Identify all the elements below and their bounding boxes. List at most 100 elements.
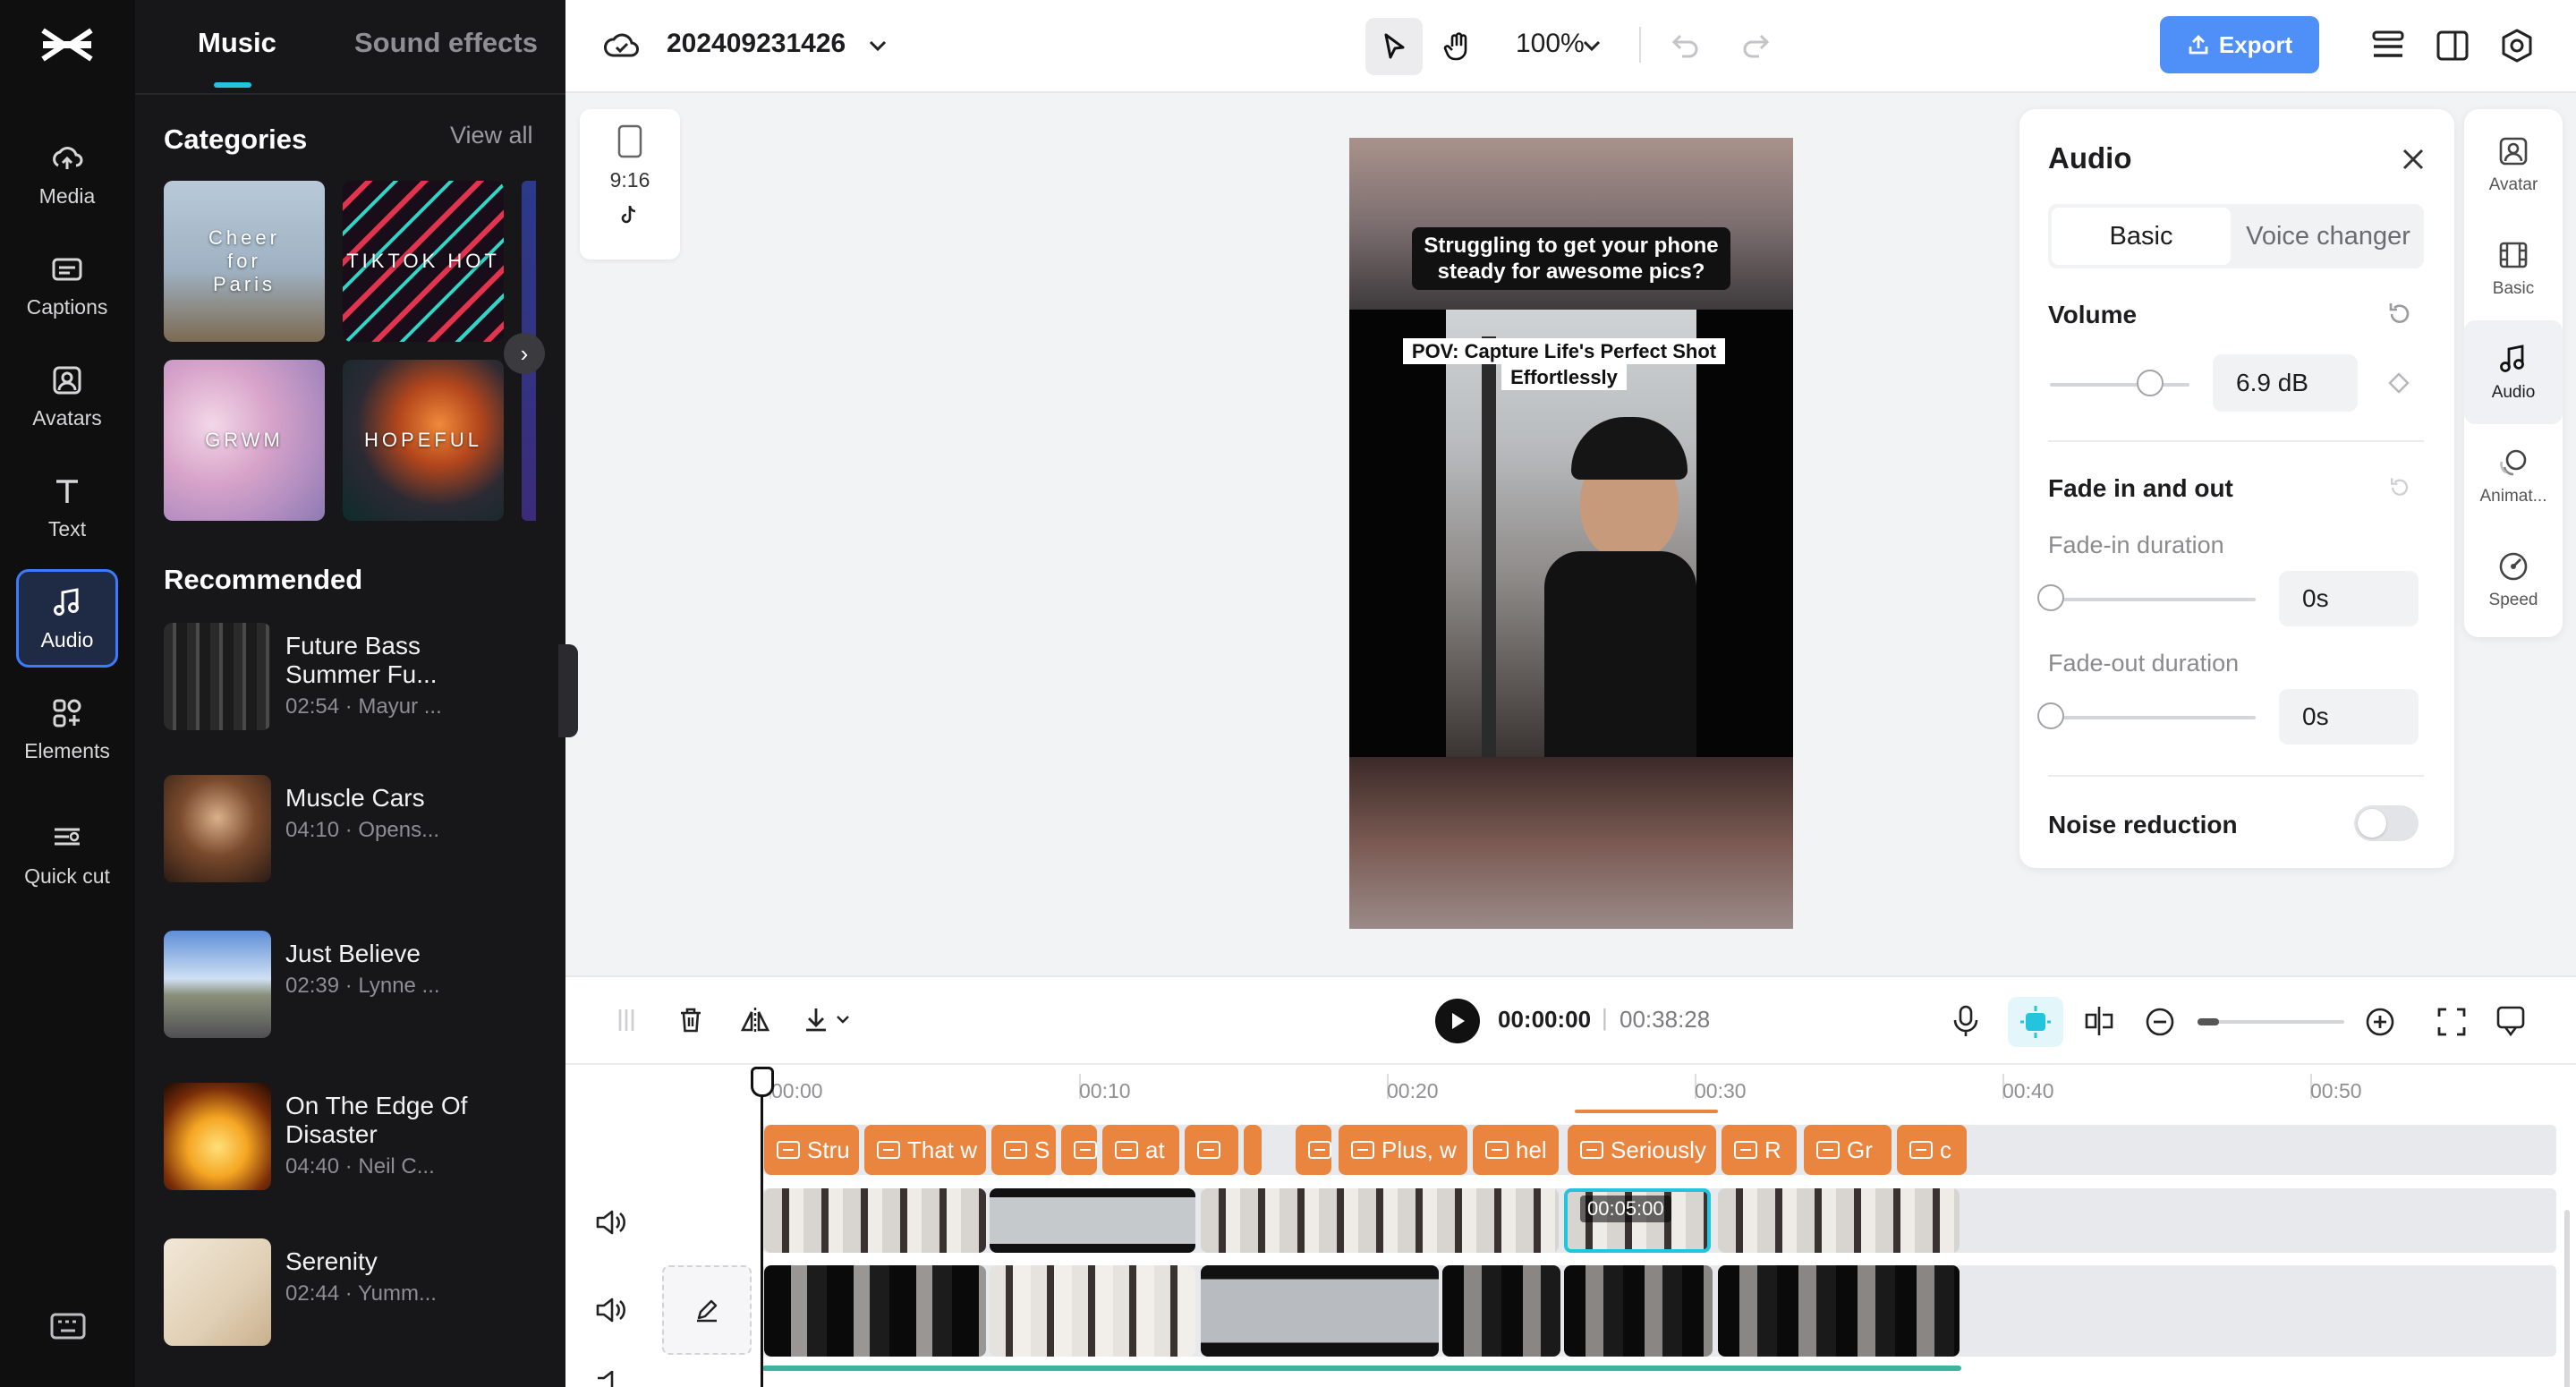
fade-out-slider-knob[interactable] [2037, 702, 2064, 729]
chevron-down-icon[interactable] [866, 34, 889, 57]
caption-clip[interactable]: c [1897, 1125, 1967, 1175]
caption-clip[interactable] [1296, 1125, 1331, 1175]
playhead-handle[interactable] [751, 1067, 774, 1097]
cloud-sync-icon[interactable] [603, 29, 641, 63]
video-clip[interactable] [1201, 1188, 1559, 1253]
keyboard-icon[interactable] [50, 1312, 86, 1340]
caption-top[interactable]: Struggling to get your phone steady for … [1412, 227, 1730, 290]
rail-item-media[interactable]: Media [16, 125, 118, 224]
capcut-logo-icon[interactable] [38, 25, 97, 64]
caption-clip[interactable]: at [1102, 1125, 1179, 1175]
panel-collapse-handle[interactable] [558, 644, 578, 737]
play-button[interactable] [1435, 999, 1480, 1043]
caption-clip[interactable]: R [1722, 1125, 1797, 1175]
category-tile[interactable]: HOPEFUL [343, 360, 504, 521]
rail-item-quick-cut[interactable]: Quick cut [16, 796, 118, 913]
export-button[interactable]: Export [2160, 16, 2319, 73]
track-item[interactable]: On The Edge Of Disaster 04:40 · Neil C..… [164, 1083, 557, 1192]
view-all-link[interactable]: View all [450, 122, 533, 149]
project-name[interactable]: 202409231426 [667, 29, 846, 59]
audio-track-strip[interactable] [762, 1366, 1961, 1371]
caption-mid[interactable]: POV: Capture Life's Perfect Shot Effortl… [1394, 338, 1734, 390]
caption-clip[interactable]: That w [864, 1125, 986, 1175]
chevron-down-icon[interactable] [1580, 34, 1603, 57]
rail-item-captions[interactable]: Captions [16, 236, 118, 335]
fade-out-value-field[interactable]: 0s [2279, 689, 2419, 745]
caption-clip[interactable]: Stru [764, 1125, 859, 1175]
track-item[interactable]: Future Bass Summer Fu... 02:54 · Mayur .… [164, 623, 557, 732]
track-item[interactable]: Just Believe 02:39 · Lynne ... [164, 931, 557, 1040]
layers-icon[interactable] [2369, 27, 2407, 64]
zoom-out-icon[interactable] [2144, 1006, 2176, 1038]
caption-clip[interactable]: S [991, 1125, 1056, 1175]
mirror-button[interactable] [732, 997, 778, 1043]
noise-reduction-toggle[interactable] [2354, 805, 2419, 841]
rr-item-audio[interactable]: Audio [2464, 320, 2563, 424]
category-tile[interactable]: GRWM [164, 360, 325, 521]
caption-clip[interactable]: Gr [1804, 1125, 1892, 1175]
hand-tool-button[interactable] [1430, 18, 1487, 75]
snap-toggle-button[interactable] [2008, 997, 2063, 1047]
zoom-level[interactable]: 100% [1516, 29, 1585, 59]
cover-edit-button[interactable] [662, 1265, 752, 1355]
reset-icon[interactable] [2385, 299, 2415, 329]
caption-clip[interactable]: Plus, w [1339, 1125, 1467, 1175]
caption-clip[interactable] [1244, 1125, 1262, 1175]
fade-out-slider-track[interactable] [2050, 716, 2256, 719]
rail-item-audio[interactable]: Audio [16, 569, 118, 668]
tab-sound-effects[interactable]: Sound effects [354, 27, 538, 59]
playhead-line[interactable] [761, 1083, 763, 1387]
comment-icon[interactable] [2495, 1004, 2527, 1038]
video-clip[interactable] [1201, 1265, 1439, 1357]
split-audio-icon[interactable] [2081, 1004, 2117, 1038]
close-icon[interactable] [2395, 141, 2431, 177]
select-tool-button[interactable] [1365, 18, 1423, 75]
aspect-ratio-card[interactable]: 9:16 [580, 109, 680, 260]
volume-slider-knob[interactable] [2137, 370, 2164, 396]
caption-clip[interactable] [1185, 1125, 1238, 1175]
rr-item-avatar[interactable]: Avatar [2464, 113, 2563, 217]
video-clip[interactable] [1718, 1265, 1960, 1357]
fade-in-value-field[interactable]: 0s [2279, 571, 2419, 626]
rail-item-text[interactable]: Text [16, 458, 118, 557]
segment-basic[interactable]: Basic [2052, 208, 2231, 265]
segment-voice-changer[interactable]: Voice changer [2236, 208, 2420, 265]
volume-value-field[interactable]: 6.9 dB [2213, 354, 2358, 412]
microphone-icon[interactable] [1951, 1004, 1981, 1038]
speaker-icon[interactable] [592, 1371, 628, 1387]
caption-clip[interactable] [1061, 1125, 1097, 1175]
video-clip[interactable] [1718, 1188, 1960, 1253]
video-clip[interactable] [1564, 1265, 1713, 1357]
caption-clip[interactable]: hel [1473, 1125, 1559, 1175]
caption-clip[interactable]: Seriously [1568, 1125, 1716, 1175]
settings-gear-icon[interactable] [2498, 27, 2536, 64]
video-clip[interactable] [764, 1265, 986, 1357]
categories-next-button[interactable]: › [504, 333, 545, 374]
timeline-scrollbar[interactable] [2564, 1210, 2570, 1387]
rail-item-avatars[interactable]: Avatars [16, 347, 118, 446]
download-button[interactable] [796, 997, 861, 1043]
video-clip[interactable] [1442, 1265, 1560, 1357]
undo-icon[interactable] [1670, 29, 1702, 61]
rr-item-basic[interactable]: Basic [2464, 217, 2563, 320]
redo-icon[interactable] [1739, 29, 1772, 61]
speaker-icon[interactable] [592, 1204, 628, 1240]
volume-slider-track[interactable] [2050, 383, 2189, 387]
timeline-zoom-slider[interactable] [2198, 1020, 2344, 1024]
video-clip-selected[interactable]: 00:05:00 [1564, 1188, 1711, 1253]
fit-screen-icon[interactable] [2436, 1006, 2468, 1038]
fade-in-slider-track[interactable] [2050, 598, 2256, 601]
video-preview[interactable]: Struggling to get your phone steady for … [1349, 138, 1793, 929]
delete-button[interactable] [667, 997, 714, 1043]
reset-icon[interactable] [2386, 474, 2413, 501]
category-tile[interactable]: TIKTOK HOT [343, 181, 504, 342]
rr-item-animation[interactable]: Animat... [2464, 424, 2563, 528]
video-clip[interactable] [990, 1265, 1195, 1357]
split-button[interactable] [603, 997, 650, 1043]
panel-layout-icon[interactable] [2434, 27, 2471, 64]
fade-in-slider-knob[interactable] [2037, 584, 2064, 611]
category-tile[interactable]: Cheer for Paris [164, 181, 325, 342]
track-item[interactable]: Muscle Cars 04:10 · Opens... [164, 775, 557, 884]
zoom-in-icon[interactable] [2364, 1006, 2396, 1038]
speaker-icon[interactable] [592, 1292, 628, 1328]
